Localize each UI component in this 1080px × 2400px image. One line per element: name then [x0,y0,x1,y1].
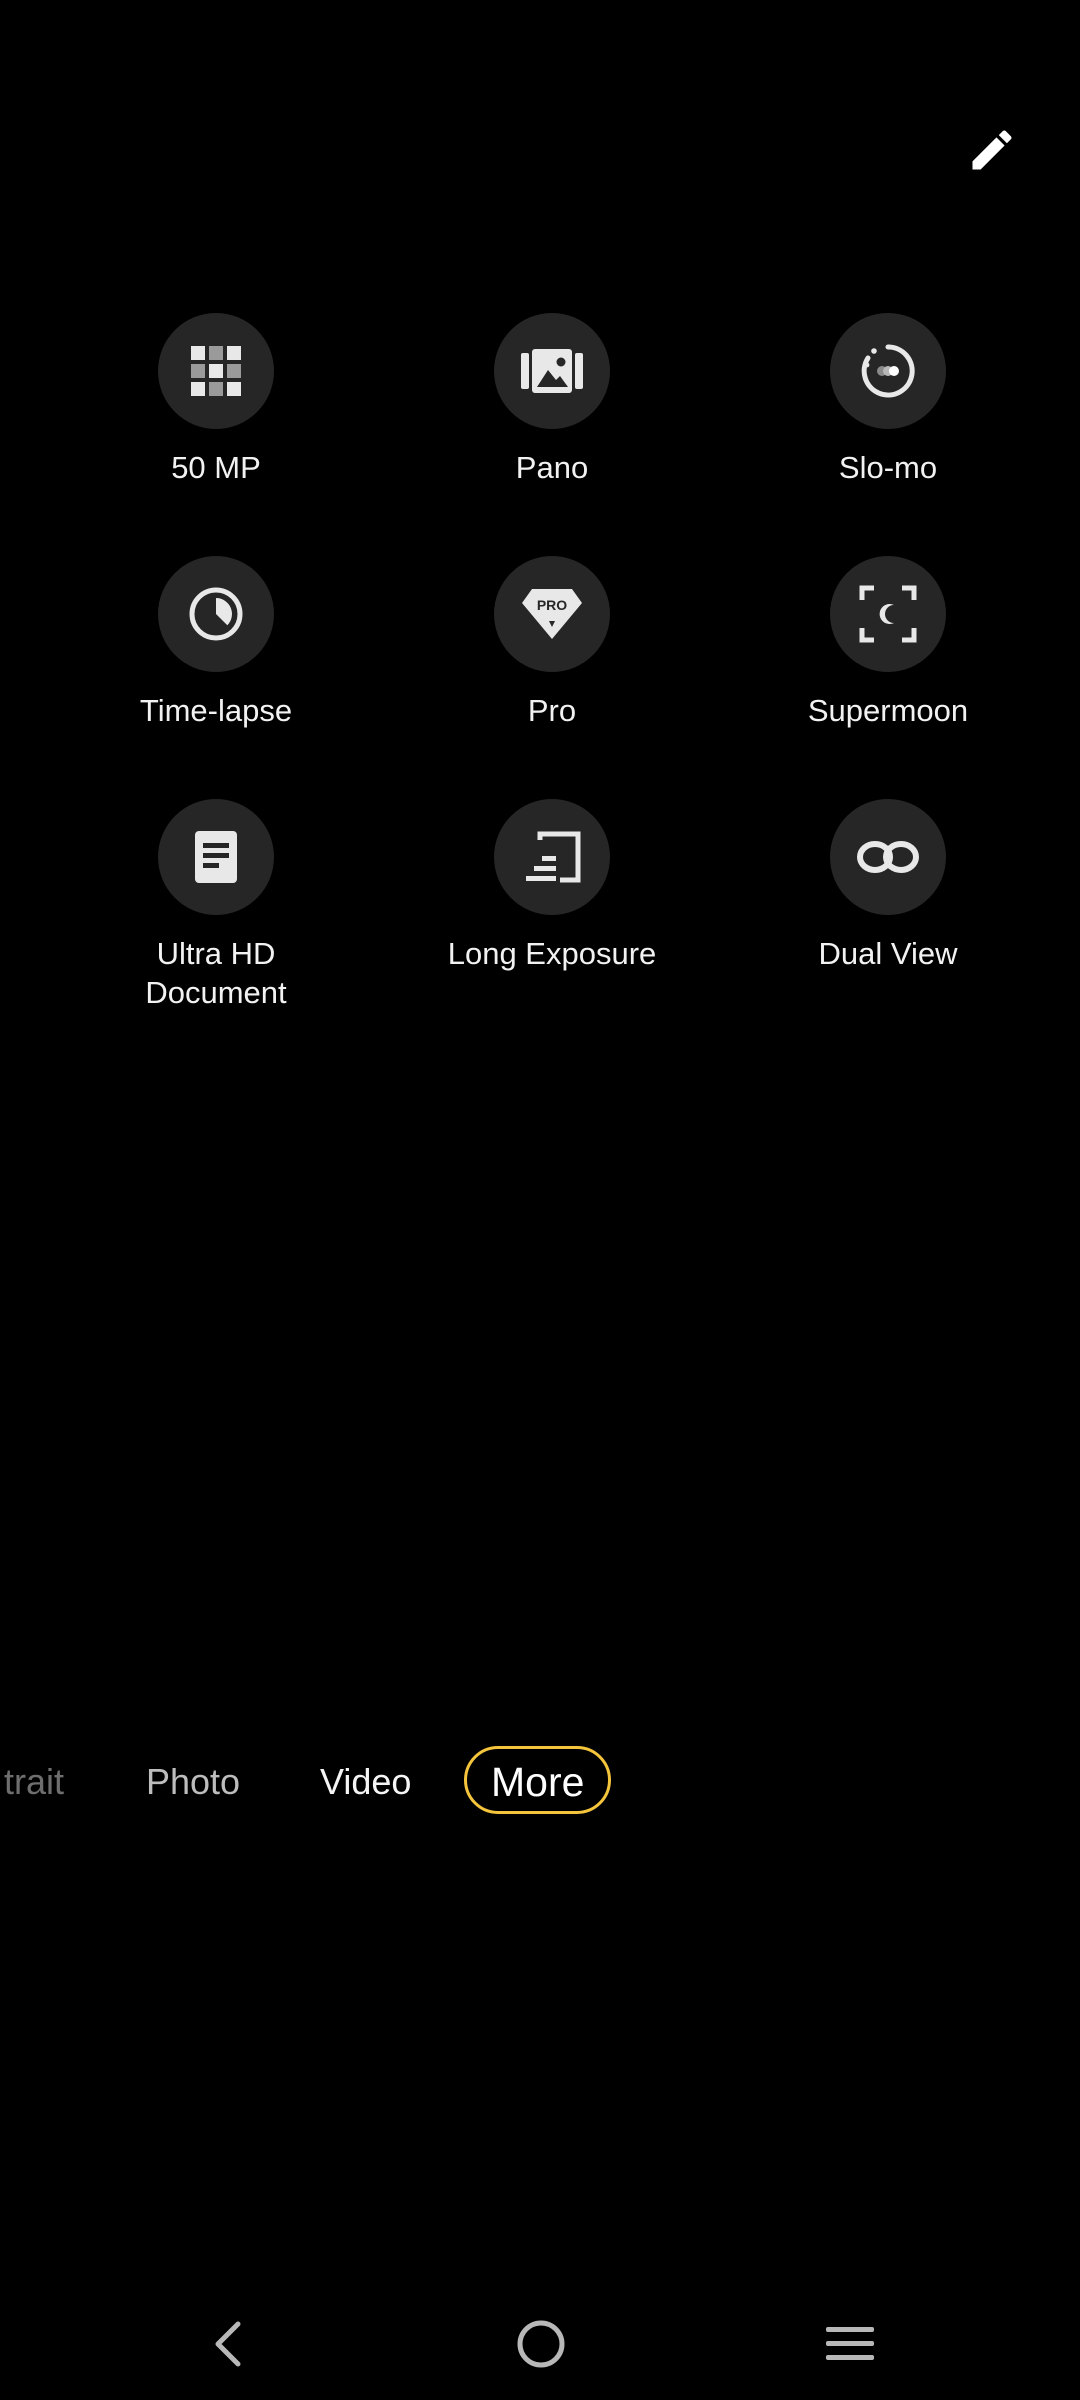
mode-supermoon-icon-bg [830,556,946,672]
home-circle-icon [517,2320,565,2368]
panorama-icon [521,349,583,393]
mode-pro-icon-bg: PRO [494,556,610,672]
mode-slomo-icon-bg [830,313,946,429]
edit-button[interactable] [954,112,1030,188]
mode-label: Supermoon [807,693,969,728]
mode-supermoon[interactable]: Supermoon [738,556,1038,730]
long-exposure-icon [526,831,581,883]
mode-pro[interactable]: PRO Pro [402,556,702,730]
mode-timelapse-icon-bg [158,556,274,672]
mode-label: Dual View [818,936,958,971]
dual-view-icon [857,841,919,873]
slow-motion-icon [861,344,915,398]
mode-label: Pano [515,450,589,485]
document-icon [195,831,237,883]
mode-long-exposure-icon-bg [494,799,610,915]
mode-50mp[interactable]: 50 MP [66,313,366,487]
mode-label: 50 MP [171,450,261,485]
system-nav-bar [0,2290,1080,2400]
tab-more[interactable]: More [464,1746,612,1814]
mode-dual-view-icon-bg [830,799,946,915]
camera-mode-bar: trait Photo Video More [0,1740,1080,1824]
mode-timelapse[interactable]: Time-lapse [66,556,366,730]
mode-50mp-icon-bg [158,313,274,429]
recents-menu-icon [826,2327,874,2360]
tab-video[interactable]: Video [320,1740,411,1824]
nav-home-button[interactable] [501,2304,581,2384]
mode-pano[interactable]: Pano [402,313,702,487]
mode-long-exposure[interactable]: Long Exposure [402,799,702,973]
tab-photo[interactable]: Photo [146,1740,240,1824]
nav-back-button[interactable] [188,2304,268,2384]
mode-slomo[interactable]: Slo-mo [738,313,1038,487]
mode-pano-icon-bg [494,313,610,429]
mode-label: Pro [527,693,577,728]
tab-portrait[interactable]: trait [4,1740,64,1824]
pencil-icon [972,130,1012,170]
mode-label: Time-lapse [139,693,293,728]
back-chevron-icon [215,2321,241,2367]
mode-document-icon-bg [158,799,274,915]
mode-label: Ultra HD Document [145,936,287,1010]
pro-diamond-icon: PRO [522,589,582,639]
nav-recents-button[interactable] [810,2304,890,2384]
mode-dual-view[interactable]: Dual View [738,799,1038,973]
grid-50mp-icon [191,346,241,396]
timelapse-clock-icon [189,587,243,641]
moon-focus-icon [859,585,917,643]
mode-label: Slo-mo [838,450,938,485]
mode-label: Long Exposure [447,936,657,971]
mode-ultra-hd-document[interactable]: Ultra HD Document [66,799,366,1012]
svg-text:PRO: PRO [537,597,567,613]
